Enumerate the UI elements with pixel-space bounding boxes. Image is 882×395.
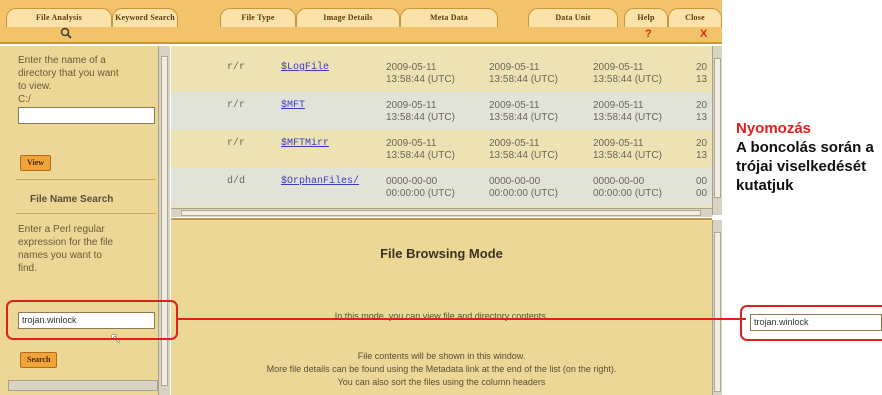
table-row[interactable]: r/r $LogFile 2009-05-11 13:58:44 (UTC) 20… bbox=[171, 54, 716, 92]
time-changed: 2009-05-11 13:58:44 (UTC) bbox=[593, 138, 662, 161]
time-written: 2009-05-11 13:58:44 (UTC) bbox=[386, 100, 455, 123]
dir-prompt-line-1: Enter the name of a bbox=[18, 55, 106, 66]
content-line: File contents will be shown in this wind… bbox=[357, 351, 526, 361]
file-mode: r/r bbox=[227, 100, 246, 111]
scroll-thumb[interactable] bbox=[714, 58, 721, 198]
help-question-icon[interactable]: ? bbox=[645, 28, 652, 40]
regex-prompt-line-4: find. bbox=[18, 263, 37, 274]
regex-prompt-line-2: expression for the file bbox=[18, 237, 114, 248]
time-written: 2009-05-11 13:58:44 (UTC) bbox=[386, 138, 455, 161]
tab-image-details[interactable]: Image Details bbox=[296, 8, 400, 27]
directory-input[interactable] bbox=[18, 107, 155, 124]
file-name-link[interactable]: $MFT bbox=[281, 100, 305, 112]
tab-help[interactable]: Help bbox=[624, 8, 668, 27]
file-name-link[interactable]: $MFTMirr bbox=[281, 138, 329, 150]
file-mode: d/d bbox=[227, 176, 246, 187]
divider bbox=[16, 179, 156, 180]
content-title: File Browsing Mode bbox=[380, 246, 503, 261]
time-written: 2009-05-11 13:58:44 (UTC) bbox=[386, 62, 455, 85]
time-written: 0000-00-00 00:00:00 (UTC) bbox=[386, 176, 455, 199]
tab-file-analysis[interactable]: File Analysis bbox=[6, 8, 112, 27]
content-line: You can also sort the files using the co… bbox=[337, 377, 546, 387]
table-row[interactable]: d/d $OrphanFiles/ 0000-00-00 00:00:00 (UT… bbox=[171, 168, 716, 206]
table-row[interactable] bbox=[171, 46, 716, 54]
tab-file-type[interactable]: File Type bbox=[220, 8, 296, 27]
caption-title: Nyomozás bbox=[736, 120, 812, 137]
file-name-search-title: File Name Search bbox=[30, 194, 114, 205]
time-accessed: 2009-05-11 13:58:44 (UTC) bbox=[489, 138, 558, 161]
time-changed: 2009-05-11 13:58:44 (UTC) bbox=[593, 62, 662, 85]
time-created: 20 13 bbox=[696, 100, 708, 123]
left-panel: Enter the name of a directory that you w… bbox=[0, 46, 170, 395]
content-panel: File Browsing Mode In this mode, you can… bbox=[171, 218, 712, 395]
time-created: 20 13 bbox=[696, 138, 708, 161]
file-mode: r/r bbox=[227, 138, 246, 149]
time-accessed: 0000-00-00 00:00:00 (UTC) bbox=[489, 176, 558, 199]
left-panel-scrollbar[interactable] bbox=[158, 46, 170, 395]
time-created: 00 00 bbox=[696, 176, 708, 199]
tab-data-unit[interactable]: Data Unit bbox=[528, 8, 618, 27]
highlight-box bbox=[6, 300, 178, 340]
tab-keyword-search[interactable]: Keyword Search bbox=[112, 8, 178, 27]
regex-prompt-line-1: Enter a Perl regular bbox=[18, 224, 105, 235]
magnifier-icon bbox=[60, 27, 72, 39]
tab-meta-data[interactable]: Meta Data bbox=[400, 8, 498, 27]
file-name-link[interactable]: $LogFile bbox=[281, 62, 329, 74]
file-list: r/r $LogFile 2009-05-11 13:58:44 (UTC) 20… bbox=[171, 46, 722, 215]
dir-prompt-line-2: directory that you want bbox=[18, 68, 119, 79]
time-changed: 2009-05-11 13:58:44 (UTC) bbox=[593, 100, 662, 123]
table-row[interactable]: r/r $MFTMirr 2009-05-11 13:58:44 (UTC) 20… bbox=[171, 130, 716, 168]
dir-path-label: C:/ bbox=[18, 94, 31, 105]
time-accessed: 2009-05-11 13:58:44 (UTC) bbox=[489, 62, 558, 85]
zoomed-search-input: trojan.winlock bbox=[750, 314, 882, 331]
content-scrollbar[interactable] bbox=[712, 220, 722, 395]
close-x-icon[interactable]: X bbox=[700, 28, 707, 40]
search-button[interactable]: Search bbox=[20, 352, 58, 368]
scroll-thumb[interactable] bbox=[714, 232, 721, 392]
time-accessed: 2009-05-11 13:58:44 (UTC) bbox=[489, 100, 558, 123]
table-row[interactable]: r/r $MFT 2009-05-11 13:58:44 (UTC) 2009-0… bbox=[171, 92, 716, 130]
dir-prompt-line-3: to view. bbox=[18, 81, 52, 92]
regex-prompt-line-3: names you want to bbox=[18, 250, 102, 261]
content-line: More file details can be found using the… bbox=[266, 364, 617, 374]
view-button[interactable]: View bbox=[20, 155, 52, 171]
tab-close[interactable]: Close bbox=[668, 8, 722, 27]
divider bbox=[16, 213, 156, 214]
file-list-vertical-scrollbar[interactable] bbox=[712, 46, 722, 215]
horizontal-scrollbar[interactable] bbox=[8, 380, 158, 391]
tab-bar: File Analysis Keyword Search File Type I… bbox=[0, 0, 722, 44]
file-name-link[interactable]: $OrphanFiles/ bbox=[281, 176, 359, 188]
time-created: 20 13 bbox=[696, 62, 708, 85]
callout-line bbox=[178, 318, 746, 320]
file-list-horizontal-scrollbar[interactable] bbox=[171, 208, 712, 217]
caption-body: A boncolás során a trójai viselkedését k… bbox=[736, 139, 874, 194]
file-mode: r/r bbox=[227, 62, 246, 73]
scroll-thumb[interactable] bbox=[181, 210, 701, 216]
time-changed: 0000-00-00 00:00:00 (UTC) bbox=[593, 176, 662, 199]
